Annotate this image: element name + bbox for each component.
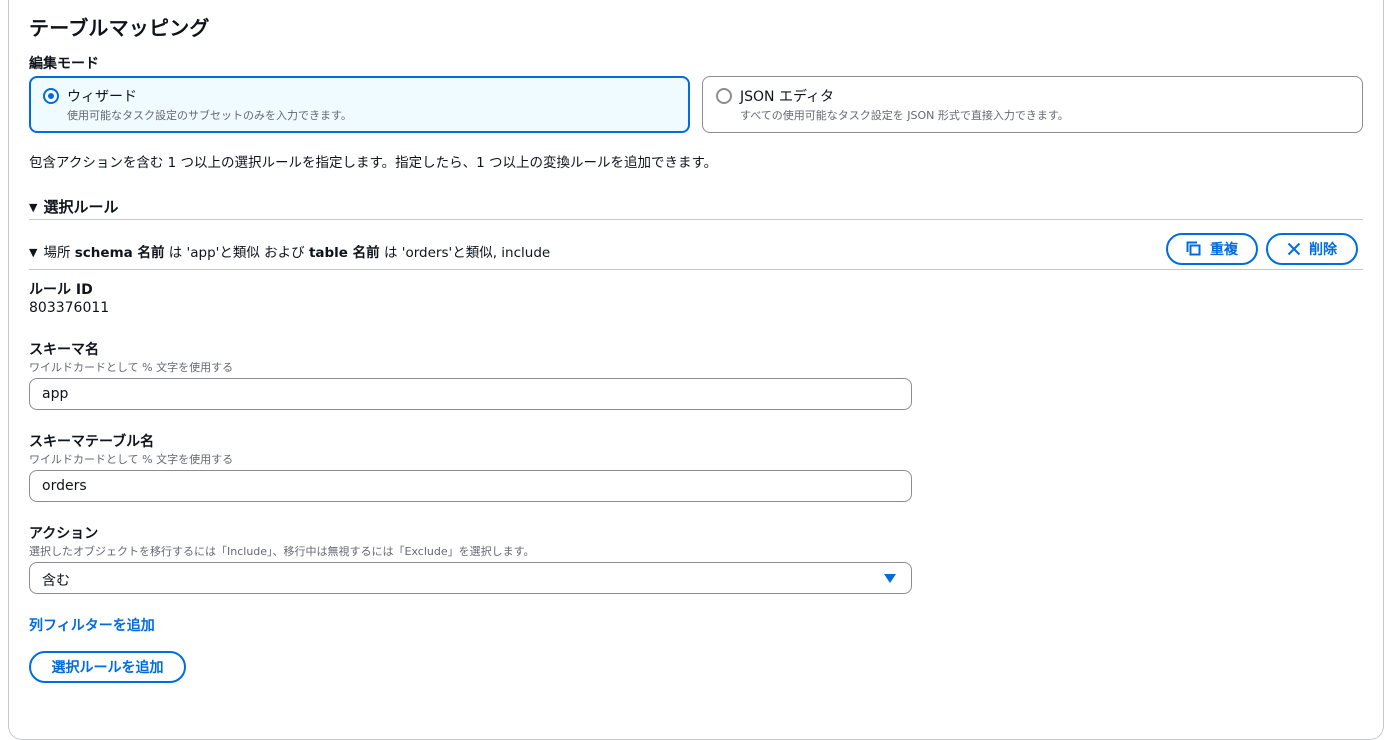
divider: [29, 219, 1363, 220]
rule-id-label: ルール ID: [29, 282, 93, 298]
page-title: テーブルマッピング: [29, 16, 210, 40]
action-select[interactable]: 含む: [29, 562, 912, 594]
add-selection-rule-button[interactable]: 選択ルールを追加: [29, 651, 186, 683]
table-name-input[interactable]: [29, 470, 912, 502]
intro-text: 包含アクションを含む 1 つ以上の選択ルールを指定します。指定したら、1 つ以上…: [29, 155, 718, 171]
selection-rules-header[interactable]: ▼ 選択ルール: [29, 196, 118, 217]
action-label: アクション: [29, 526, 99, 542]
rule-id-value: 803376011: [29, 300, 110, 316]
table-name-hint: ワイルドカードとして % 文字を使用する: [29, 453, 234, 466]
mode-json-description: すべての使用可能なタスク設定を JSON 形式で直接入力できます。: [740, 109, 1069, 122]
mode-tile-json-editor[interactable]: JSON エディタ すべての使用可能なタスク設定を JSON 形式で直接入力でき…: [702, 76, 1363, 133]
schema-name-label: スキーマ名: [29, 342, 99, 358]
copy-icon: [1186, 241, 1201, 256]
action-hint: 選択したオブジェクトを移行するには「Include」、移行中は無視するには「Ex…: [29, 545, 535, 558]
edit-mode-label: 編集モード: [29, 56, 99, 72]
schema-name-input[interactable]: [29, 378, 912, 410]
rule-summary-toggle[interactable]: ▼ 場所 schema 名前 は 'app'と類似 および table 名前 は …: [29, 241, 550, 261]
delete-button[interactable]: 削除: [1266, 233, 1358, 265]
caret-down-icon: [884, 574, 896, 583]
caret-down-icon: ▼: [29, 201, 38, 214]
divider: [29, 269, 1363, 270]
mode-json-title: JSON エディタ: [740, 89, 834, 105]
schema-name-hint: ワイルドカードとして % 文字を使用する: [29, 361, 234, 374]
caret-down-icon: ▼: [29, 246, 38, 259]
mode-tile-wizard[interactable]: ウィザード 使用可能なタスク設定のサブセットのみを入力できます。: [29, 76, 690, 133]
action-selected-value: 含む: [42, 573, 70, 589]
mode-wizard-description: 使用可能なタスク設定のサブセットのみを入力できます。: [67, 109, 352, 122]
radio-selected-icon[interactable]: [43, 88, 59, 104]
mode-wizard-title: ウィザード: [67, 89, 137, 105]
table-name-label: スキーマテーブル名: [29, 434, 155, 450]
radio-unselected-icon[interactable]: [716, 88, 732, 104]
add-column-filter-link[interactable]: 列フィルターを追加: [29, 615, 155, 635]
close-icon: [1287, 242, 1301, 256]
duplicate-button[interactable]: 重複: [1166, 233, 1258, 265]
